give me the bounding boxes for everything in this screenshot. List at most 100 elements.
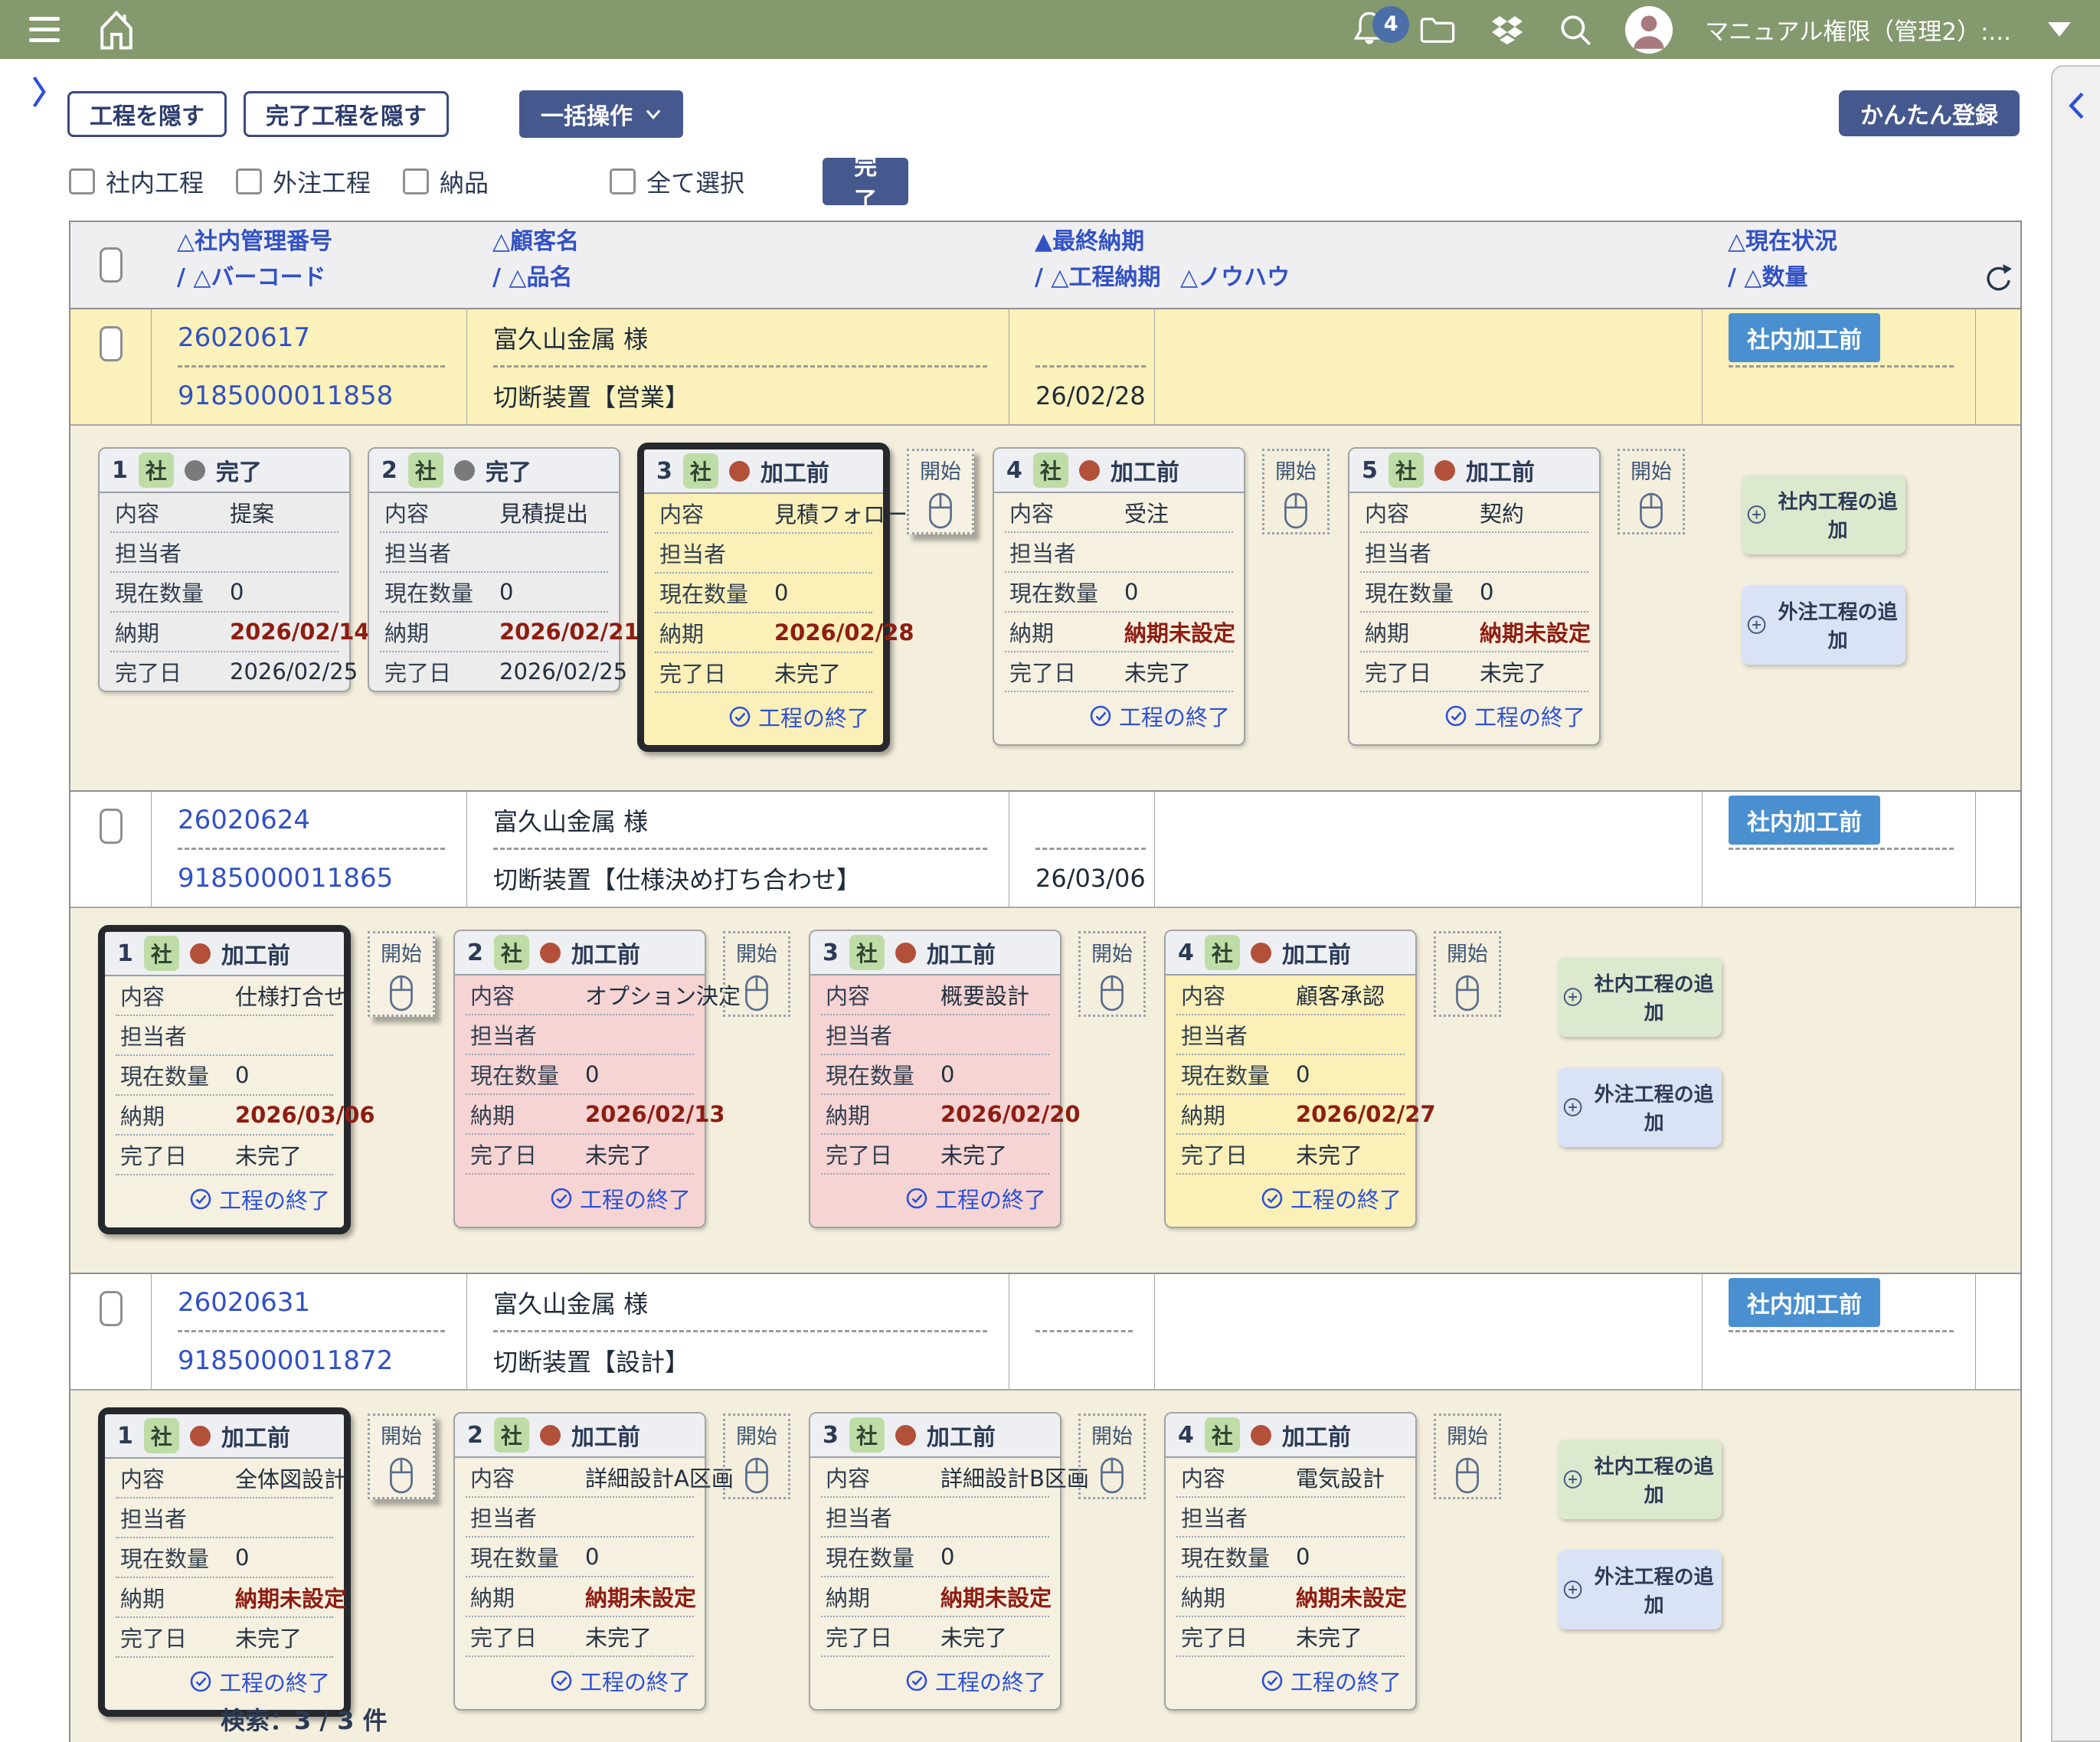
manage-no-link[interactable]: 26020631: [178, 1287, 310, 1318]
hide-completed-process-button[interactable]: 完了工程を隠す: [244, 91, 449, 137]
process-card[interactable]: 1社加工前内容全体図設計担当者現在数量0納期納期未設定完了日未完了工程の終了: [98, 1407, 351, 1717]
sort-due-1[interactable]: / △工程納期: [1035, 260, 1154, 296]
status-badge: 社内加工前: [1729, 313, 1880, 362]
manage-no-link[interactable]: 26020624: [178, 805, 310, 835]
end-process-link[interactable]: 工程の終了: [550, 1182, 691, 1214]
dropbox-icon[interactable]: [1489, 13, 1526, 47]
process-card[interactable]: 4社加工前内容顧客承認担当者現在数量0納期2026/02/27完了日未完了工程の…: [1164, 930, 1417, 1228]
folder-icon[interactable]: [1418, 14, 1457, 46]
card-number: 3: [656, 458, 672, 485]
end-process-link[interactable]: 工程の終了: [728, 701, 869, 733]
product-name: 切断装置【仕様決め打ち合わせ】: [493, 861, 861, 896]
filter-checkbox-delivery[interactable]: [403, 168, 429, 194]
process-card[interactable]: 2社完了内容見積提出担当者現在数量0納期2026/02/21完了日2026/02…: [368, 447, 620, 692]
add-external-process-button[interactable]: 外注工程の追加: [1742, 585, 1905, 665]
sort-knowhow[interactable]: △ノウハウ: [1180, 260, 1702, 296]
end-process-link[interactable]: 工程の終了: [1261, 1182, 1402, 1214]
card-field-label: 現在数量: [826, 1058, 940, 1090]
collapse-right-panel-chevron[interactable]: [2066, 91, 2086, 120]
row-checkbox[interactable]: [100, 326, 123, 361]
start-button[interactable]: 開始: [1434, 1414, 1501, 1499]
filter-checkbox-external[interactable]: [236, 168, 262, 194]
sort-status-1[interactable]: / △数量: [1728, 260, 1975, 296]
expand-left-panel-chevron[interactable]: [28, 75, 51, 109]
end-process-link[interactable]: 工程の終了: [1089, 700, 1230, 732]
start-button[interactable]: 開始: [368, 931, 435, 1017]
user-role-label[interactable]: マニュアル権限（管理2）:...: [1705, 12, 2011, 47]
row-checkbox[interactable]: [100, 1291, 123, 1326]
sort-customer-1[interactable]: / △品名: [492, 260, 1009, 296]
start-button[interactable]: 開始: [368, 1414, 435, 1499]
process-card[interactable]: 2社加工前内容詳細設計A区画担当者現在数量0納期納期未設定完了日未完了工程の終了: [453, 1412, 706, 1711]
home-icon[interactable]: [96, 9, 136, 51]
end-process-link[interactable]: 工程の終了: [905, 1665, 1046, 1697]
card-field-value: 未完了: [940, 1138, 1007, 1170]
add-internal-process-button[interactable]: 社内工程の追加: [1558, 957, 1722, 1037]
filter-checkbox-internal[interactable]: [69, 168, 95, 194]
complete-button[interactable]: 完了: [823, 158, 908, 205]
end-process-link[interactable]: 工程の終了: [189, 1183, 330, 1215]
status-dot: [185, 460, 205, 481]
select-all-rows-checkbox[interactable]: [100, 247, 123, 283]
add-internal-process-button[interactable]: 社内工程の追加: [1742, 475, 1905, 554]
hide-process-button[interactable]: 工程を隠す: [67, 91, 227, 137]
row-cell-extra: [1975, 1274, 2023, 1389]
start-button[interactable]: 開始: [1434, 931, 1501, 1017]
start-button[interactable]: 開始: [723, 931, 790, 1017]
end-process-link[interactable]: 工程の終了: [1261, 1665, 1402, 1697]
add-external-process-button[interactable]: 外注工程の追加: [1558, 1067, 1722, 1147]
sort-manage-no-1[interactable]: / △バーコード: [177, 260, 466, 296]
add-external-process-button[interactable]: 外注工程の追加: [1558, 1550, 1722, 1629]
card-field-row: 完了日未完了: [1176, 1135, 1405, 1175]
end-process-link[interactable]: 工程の終了: [905, 1182, 1046, 1214]
start-button[interactable]: 開始: [1262, 449, 1330, 534]
search-icon[interactable]: [1558, 12, 1593, 47]
sort-customer-0[interactable]: △顧客名: [492, 224, 1009, 260]
process-card[interactable]: 2社加工前内容オプション決定担当者現在数量0納期2026/02/13完了日未完了…: [453, 930, 706, 1228]
caret-down-icon[interactable]: [2048, 22, 2071, 37]
process-card[interactable]: 1社加工前内容仕様打合せ担当者現在数量0納期2026/03/06完了日未完了工程…: [98, 925, 351, 1234]
bulk-action-button[interactable]: 一括操作: [519, 90, 683, 138]
barcode-link[interactable]: 9185000011865: [178, 863, 393, 894]
refresh-button[interactable]: [1982, 263, 2014, 297]
process-card[interactable]: 1社完了内容提案担当者現在数量0納期2026/02/14完了日2026/02/2…: [98, 447, 351, 692]
card-field-label: 現在数量: [1365, 576, 1480, 608]
avatar[interactable]: [1625, 6, 1673, 54]
process-card[interactable]: 5社加工前内容契約担当者現在数量0納期納期未設定完了日未完了工程の終了: [1348, 447, 1601, 746]
end-process-link[interactable]: 工程の終了: [189, 1665, 330, 1698]
start-button[interactable]: 開始: [723, 1414, 790, 1499]
process-card-header: 2社加工前: [455, 1414, 705, 1458]
sort-due-0[interactable]: ▲最終納期: [1035, 224, 1154, 260]
search-result-count: 検索：3 / 3 件: [221, 1701, 388, 1737]
start-button[interactable]: 開始: [1078, 931, 1146, 1017]
card-field-label: 完了日: [120, 1139, 235, 1171]
start-button[interactable]: 開始: [1078, 1414, 1146, 1499]
sort-manage-no-0[interactable]: △社内管理番号: [177, 224, 466, 260]
card-field-value: 未完了: [1296, 1138, 1362, 1170]
process-card[interactable]: 3社加工前内容概要設計担当者現在数量0納期2026/02/20完了日未完了工程の…: [809, 930, 1061, 1228]
end-process-link[interactable]: 工程の終了: [550, 1665, 691, 1697]
manage-no-link[interactable]: 26020617: [178, 322, 310, 353]
card-field-row: 現在数量0: [116, 1056, 333, 1096]
end-process-label: 工程の終了: [935, 1665, 1046, 1697]
start-button[interactable]: 開始: [1618, 449, 1685, 534]
start-button[interactable]: 開始: [907, 449, 974, 534]
process-card[interactable]: 3社加工前内容見積フォロー担当者現在数量0納期2026/02/28完了日未完了工…: [637, 443, 890, 752]
row-checkbox[interactable]: [100, 809, 123, 844]
menu-icon[interactable]: [29, 17, 60, 42]
process-card[interactable]: 4社加工前内容受注担当者現在数量0納期納期未設定完了日未完了工程の終了: [993, 447, 1245, 746]
end-process-link[interactable]: 工程の終了: [1444, 700, 1585, 732]
card-field-label: 担当者: [826, 1501, 940, 1533]
select-all-checkbox[interactable]: [610, 168, 636, 194]
card-field-label: 納期: [470, 1580, 585, 1613]
header-cell-customer: △顧客名/ △品名: [466, 222, 1009, 308]
add-internal-process-button[interactable]: 社内工程の追加: [1558, 1440, 1722, 1519]
process-card[interactable]: 3社加工前内容詳細設計B区画担当者現在数量0納期納期未設定完了日未完了工程の終了: [809, 1412, 1061, 1711]
notifications-button[interactable]: 4: [1353, 9, 1386, 51]
sort-status-0[interactable]: △現在状況: [1728, 224, 1975, 260]
process-card[interactable]: 4社加工前内容電気設計担当者現在数量0納期納期未設定完了日未完了工程の終了: [1164, 1412, 1417, 1711]
row-cell-due-bottom: 26/03/06: [1035, 850, 1146, 907]
barcode-link[interactable]: 9185000011858: [178, 381, 393, 411]
easy-register-button[interactable]: かんたん登録: [1839, 90, 2020, 136]
barcode-link[interactable]: 9185000011872: [178, 1345, 393, 1376]
